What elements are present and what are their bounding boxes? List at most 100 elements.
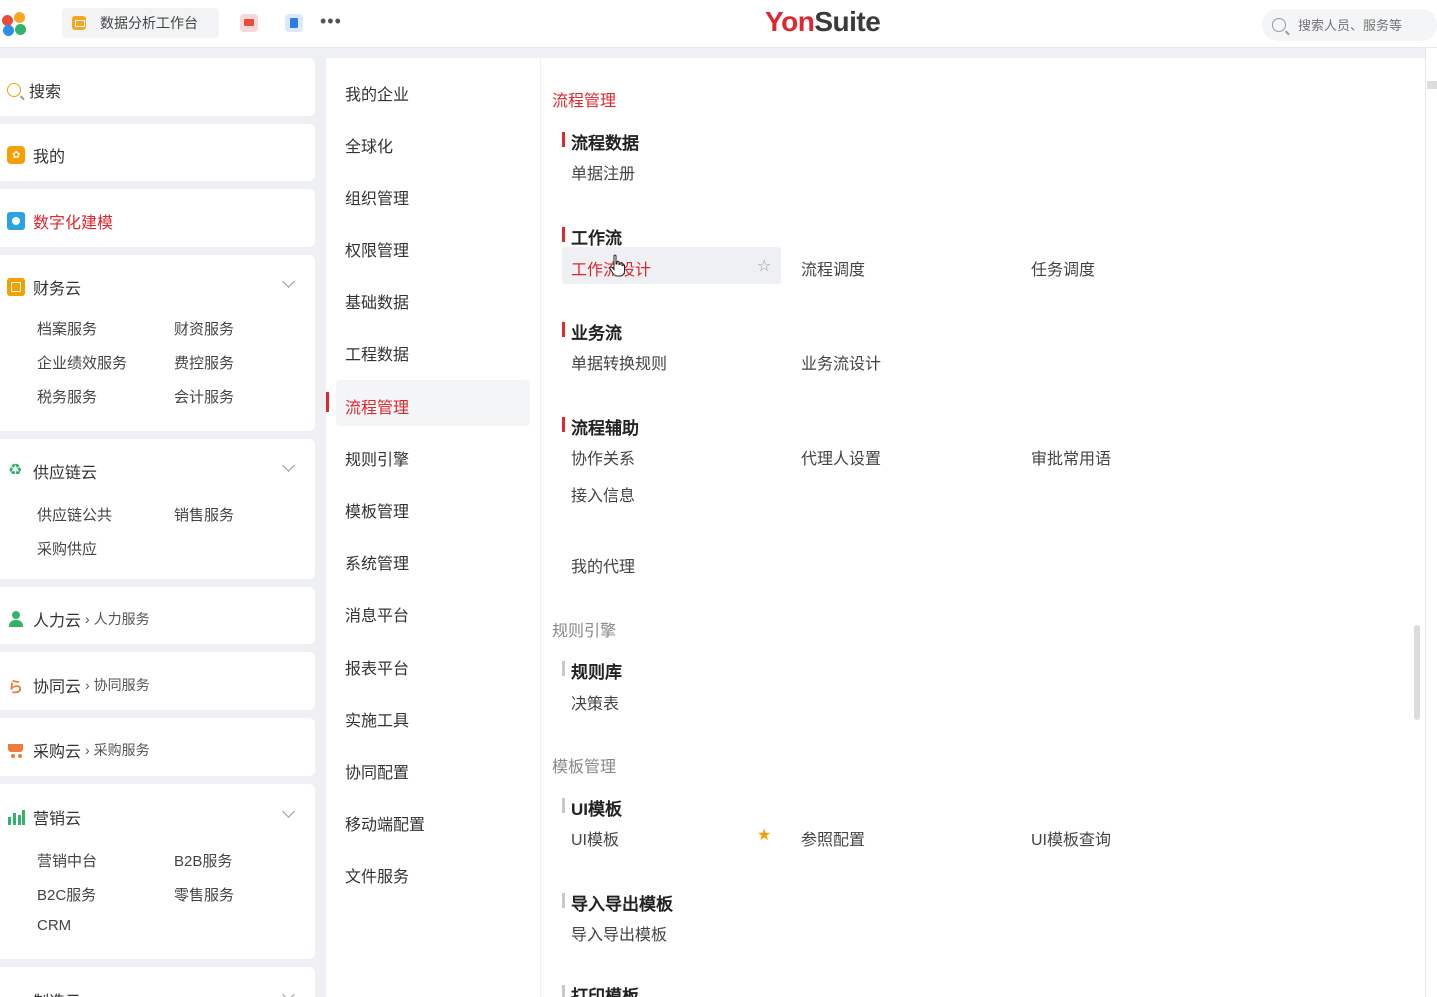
background-page-sliver [1425,48,1437,997]
panel-scrollbar[interactable] [1414,625,1420,720]
more-tabs-button[interactable]: ••• [320,11,342,32]
chevron-down-icon[interactable] [282,805,295,818]
service-link[interactable]: 导入导出模板 [571,921,667,945]
finance-icon [7,278,25,296]
category-item-process[interactable]: 流程管理 [345,394,409,418]
finance-item[interactable]: 档案服务 [37,318,97,339]
marketing-item[interactable]: CRM [37,917,71,934]
hand-cursor-icon [609,254,625,277]
category-item-collab-config[interactable]: 协同配置 [345,759,409,783]
marketing-item[interactable]: B2C服务 [37,884,96,905]
supply-chain-icon: ♻ [8,462,23,479]
collab-cloud-card[interactable]: ら 协同云 › 协同服务 [0,652,315,710]
category-item-basic-data[interactable]: 基础数据 [345,289,409,313]
marketing-item[interactable]: 营销中台 [37,850,97,871]
workbench-icon [72,16,86,30]
mine-icon: ✿ [7,146,25,164]
app-logo-icon[interactable] [2,12,28,36]
chevron-down-icon[interactable] [282,988,295,997]
service-link[interactable]: 单据注册 [571,160,635,184]
service-link[interactable]: 我的代理 [571,553,635,577]
category-item-template[interactable]: 模板管理 [345,498,409,522]
marketing-item[interactable]: B2B服务 [174,850,232,871]
top-bar: 数据分析工作台 ••• YonSuite [0,0,1437,48]
category-item-globalization[interactable]: 全球化 [345,133,393,157]
procure-cloud-card[interactable]: 采购云 › 采购服务 [0,718,315,776]
manufacture-icon [7,991,25,997]
manufacture-title[interactable]: 制造云 [33,988,81,997]
category-item-rule-engine[interactable]: 规则引擎 [345,446,409,470]
left-search-card[interactable]: 搜索 [0,58,315,116]
service-link[interactable]: 业务流设计 [801,350,881,374]
group-title-import-export: 导入导出模板 [562,890,673,915]
category-item-engineering-data[interactable]: 工程数据 [345,341,409,365]
service-link[interactable]: 任务调度 [1031,256,1095,280]
app-tab-red-icon[interactable] [240,14,258,32]
finance-title[interactable]: 财务云 [33,275,81,299]
supply-item[interactable]: 销售服务 [174,504,234,525]
tab-data-analysis[interactable]: 数据分析工作台 [62,8,219,38]
group-title-print-template: 打印模板 [562,982,639,997]
category-item-message[interactable]: 消息平台 [345,602,409,626]
service-link[interactable]: 流程调度 [801,256,865,280]
section-title-process: 流程管理 [552,93,617,110]
service-link[interactable]: 审批常用语 [1031,445,1111,469]
group-title-process-data: 流程数据 [562,129,639,154]
hr-crumb: › 人力服务 [85,611,150,627]
supply-title[interactable]: 供应链云 [33,459,97,483]
brand-logo: YonSuite [765,6,881,38]
service-link[interactable]: 参照配置 [801,826,865,850]
finance-item[interactable]: 企业绩效服务 [37,352,127,373]
favorite-star-outline-icon[interactable]: ☆ [757,256,771,276]
supply-item[interactable]: 供应链公共 [37,504,112,525]
finance-item[interactable]: 费控服务 [174,352,234,373]
left-mine-card[interactable]: ✿ 我的 [0,124,315,181]
marketing-item[interactable]: 零售服务 [174,884,234,905]
group-title-rule-lib: 规则库 [562,658,622,683]
favorite-star-filled-icon[interactable]: ★ [757,825,771,845]
left-search-label: 搜索 [29,84,62,101]
service-link[interactable]: 单据转换规则 [571,350,667,374]
chevron-down-icon[interactable] [282,459,295,472]
manufacture-cloud-card: 制造云 [0,967,315,997]
category-item-org[interactable]: 组织管理 [345,185,409,209]
left-digital-card[interactable]: 数字化建模 [0,189,315,247]
service-link[interactable]: 决策表 [571,690,619,714]
category-item-impl-tools[interactable]: 实施工具 [345,707,409,731]
search-icon [7,83,21,97]
category-item-report[interactable]: 报表平台 [345,655,409,679]
digital-model-icon [7,212,25,230]
procure-crumb: › 采购服务 [85,742,150,758]
hr-cloud-card[interactable]: 人力云 › 人力服务 [0,587,315,644]
category-item-mobile-config[interactable]: 移动端配置 [345,811,425,835]
marketing-title[interactable]: 营销云 [33,805,81,829]
bar-chart-icon [7,808,25,826]
brand-logo-dark: Suite [814,6,881,37]
category-active-indicator [326,392,329,412]
group-title-bizflow: 业务流 [562,319,622,344]
global-search-input[interactable] [1298,17,1428,33]
category-item-system[interactable]: 系统管理 [345,550,409,574]
service-link[interactable]: 协作关系 [571,445,635,469]
finance-item[interactable]: 税务服务 [37,386,97,407]
category-item-file-service[interactable]: 文件服务 [345,863,409,887]
chevron-down-icon[interactable] [282,275,295,288]
collab-title: 协同云 [33,679,82,696]
service-link[interactable]: 代理人设置 [801,445,881,469]
global-search[interactable] [1262,9,1437,41]
finance-item[interactable]: 财资服务 [174,318,234,339]
category-item-permission[interactable]: 权限管理 [345,237,409,261]
supply-item[interactable]: 采购供应 [37,538,97,559]
service-link[interactable]: UI模板 [571,826,619,850]
finance-item[interactable]: 会计服务 [174,386,234,407]
service-link[interactable]: UI模板查询 [1031,826,1111,850]
procure-title: 采购云 [33,744,82,761]
service-link[interactable]: 接入信息 [571,482,635,506]
left-mine-label: 我的 [33,149,66,166]
app-tab-blue-icon[interactable] [285,14,303,32]
service-panel: 流程管理 流程数据 单据注册 工作流 工作流设计 ☆ 流程调度 任务调度 业务流… [540,58,1425,997]
category-item-my-enterprise[interactable]: 我的企业 [345,81,409,105]
person-icon [7,610,25,628]
group-title-process-aux: 流程辅助 [562,414,639,439]
left-digital-label: 数字化建模 [33,215,114,232]
